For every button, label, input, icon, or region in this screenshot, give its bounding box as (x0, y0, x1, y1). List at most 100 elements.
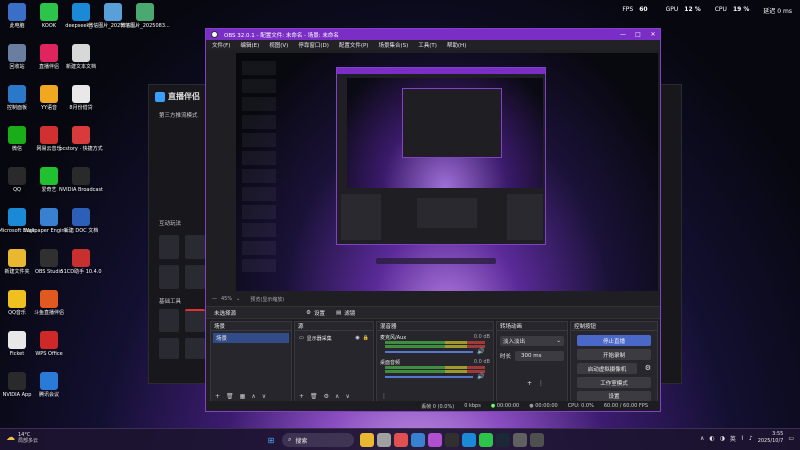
virtual-camera-gear-icon[interactable]: ⚙ (645, 364, 651, 372)
app-icon[interactable] (428, 433, 442, 447)
add-source-icon[interactable]: + (299, 393, 304, 400)
volume-icon[interactable]: 🔊 (477, 373, 484, 380)
live-tool-icon[interactable] (159, 338, 179, 359)
filters-button[interactable]: ▤ 滤镜 (336, 309, 355, 317)
live-tool-icon[interactable] (185, 235, 205, 259)
move-down-icon[interactable]: ∨ (262, 393, 266, 400)
stop-stream-button[interactable]: 停止直播 (577, 335, 651, 346)
scene-item[interactable]: 场景 (213, 333, 289, 343)
weather-widget[interactable]: ☁ 14°C 局部多云 (6, 432, 38, 444)
source-item[interactable]: ▭ 显示器采集 ◉ 🔒 (297, 333, 371, 343)
tray-app-icon[interactable]: ◑ (720, 435, 725, 442)
mixer-menu-icon[interactable]: ⋮ (381, 393, 387, 400)
notification-icon[interactable]: ▭ (788, 435, 794, 442)
move-up-icon[interactable]: ∧ (335, 393, 339, 400)
duration-input[interactable]: 300 ms (515, 351, 564, 361)
transition-menu-icon[interactable]: ⋮ (538, 380, 544, 387)
preview-mode-label[interactable]: 预览(显示缩放) (250, 296, 284, 303)
desktop-icon[interactable]: pcstory · 快捷方式 (59, 126, 103, 152)
live-tool-icon[interactable] (185, 309, 205, 332)
tray-app-icon[interactable]: ◐ (709, 435, 714, 442)
control-panel-icon (8, 85, 26, 103)
chat-app-icon[interactable] (377, 433, 391, 447)
start-virtual-camera-button[interactable]: 启动虚拟摄像机 (577, 363, 637, 374)
clock[interactable]: 3:55 2025/10/7 (758, 431, 784, 445)
steam-icon[interactable] (496, 433, 510, 447)
desktop-icon-label: 51CD助手 10.4.0 (60, 269, 102, 275)
tencent-meeting-icon (40, 372, 58, 390)
mixer-ch2-slider[interactable] (385, 376, 473, 378)
settings-button[interactable]: 设置 (577, 391, 651, 401)
app-icon[interactable] (479, 433, 493, 447)
remove-scene-icon[interactable]: 🗑 (226, 393, 234, 400)
taskbar-search[interactable]: ⌕ 搜索 (282, 433, 354, 447)
obs-preview[interactable] (236, 53, 658, 291)
studio-mode-button[interactable]: 工作室模式 (577, 377, 651, 388)
scenes-dock: 场景 场景 + 🗑 ▦ ∧ ∨ (210, 321, 292, 402)
volume-icon[interactable]: ♪ (749, 435, 753, 442)
desktop-icon[interactable]: 微信图片_2025083... (120, 3, 170, 29)
move-up-icon[interactable]: ∧ (251, 393, 255, 400)
minimize-icon[interactable]: — (616, 29, 630, 40)
zoom-minus-icon[interactable]: — (212, 296, 217, 302)
obs-menubar: 文件(F) 编辑(E) 视图(V) 停靠窗口(D) 配置文件(P) 场景集合(S… (206, 40, 660, 50)
menu-docks[interactable]: 停靠窗口(D) (298, 41, 329, 49)
app-icon[interactable] (411, 433, 425, 447)
transition-select[interactable]: 淡入淡出 ⌄ (500, 336, 564, 346)
mixer-ch1-slider[interactable] (385, 351, 473, 353)
source-gear-icon[interactable]: ⚙ (324, 393, 329, 400)
app-icon[interactable] (530, 433, 544, 447)
volume-icon[interactable]: 🔊 (477, 348, 484, 355)
assistant-icon (72, 249, 90, 267)
mixer-ch1-name: 麦克风/Aux (380, 335, 407, 341)
close-icon[interactable]: ✕ (646, 29, 660, 40)
visibility-eye-icon[interactable]: ◉ (355, 335, 359, 341)
file-explorer-icon[interactable] (360, 433, 374, 447)
image-file-icon (136, 3, 154, 21)
menu-profile[interactable]: 配置文件(P) (339, 41, 369, 49)
zoom-value[interactable]: 45% (221, 296, 232, 302)
properties-button[interactable]: ⚙ 设置 (306, 309, 325, 317)
source-toolbar: 未选择源 ⚙ 设置 ▤ 滤镜 (206, 306, 660, 319)
edge-icon[interactable] (462, 433, 476, 447)
menu-file[interactable]: 文件(F) (212, 41, 230, 49)
start-recording-button[interactable]: 开始录制 (577, 349, 651, 360)
color-app-icon[interactable] (394, 433, 408, 447)
desktop-icon[interactable]: 51CD助手 10.4.0 (60, 249, 102, 275)
desktop-icon[interactable]: 新建 DOC 文档 (61, 208, 101, 234)
live-mode-select[interactable]: 第三方推流模式 (159, 111, 198, 119)
menu-view[interactable]: 视图(V) (269, 41, 288, 49)
desktop-icon[interactable]: WPS Office (29, 331, 69, 357)
desktop-icon[interactable]: 8月份借贷 (61, 85, 101, 111)
desktop-icon[interactable]: 腾讯会议 (29, 372, 69, 398)
live-tool-icon[interactable] (159, 265, 179, 289)
move-down-icon[interactable]: ∨ (345, 393, 349, 400)
menu-help[interactable]: 帮助(H) (447, 41, 466, 49)
network-icon[interactable]: ⌇ (741, 435, 744, 442)
desktop-icon[interactable]: 斗鱼直播伴侣 (29, 290, 69, 316)
live-tool-icon[interactable] (159, 309, 179, 332)
app-icon[interactable] (513, 433, 527, 447)
menu-tools[interactable]: 工具(T) (418, 41, 437, 49)
menu-scene-collection[interactable]: 场景集合(S) (378, 41, 408, 49)
live-tool-icon[interactable] (185, 265, 205, 289)
taskbar: ☁ 14°C 局部多云 ⊞ ⌕ 搜索 ∧ ◐ ◑ 英 ⌇ ♪ 3:55 2025… (0, 428, 800, 450)
desktop-icon-label: 直播伴侣 (38, 64, 59, 70)
scene-filters-icon[interactable]: ▦ (240, 393, 246, 400)
maximize-icon[interactable]: □ (631, 29, 645, 40)
edge-icon (8, 208, 26, 226)
windows-start-icon[interactable]: ⊞ (264, 433, 278, 447)
obs-icon[interactable] (445, 433, 459, 447)
desktop-icon[interactable]: 新建文本文档 (61, 44, 101, 70)
lock-icon[interactable]: 🔒 (363, 335, 369, 341)
add-scene-icon[interactable]: + (215, 393, 220, 400)
remove-source-icon[interactable]: 🗑 (310, 393, 318, 400)
tray-chevron-up-icon[interactable]: ∧ (700, 435, 704, 442)
live-tool-icon[interactable] (159, 235, 179, 259)
ime-indicator[interactable]: 英 (730, 434, 736, 443)
add-transition-icon[interactable]: + (527, 380, 532, 387)
desktop-icon[interactable]: NVIDIA Broadcast (59, 167, 103, 193)
menu-edit[interactable]: 编辑(E) (240, 41, 259, 49)
live-tool-icon[interactable] (185, 338, 205, 359)
chevron-down-icon[interactable]: ⌄ (236, 296, 240, 302)
